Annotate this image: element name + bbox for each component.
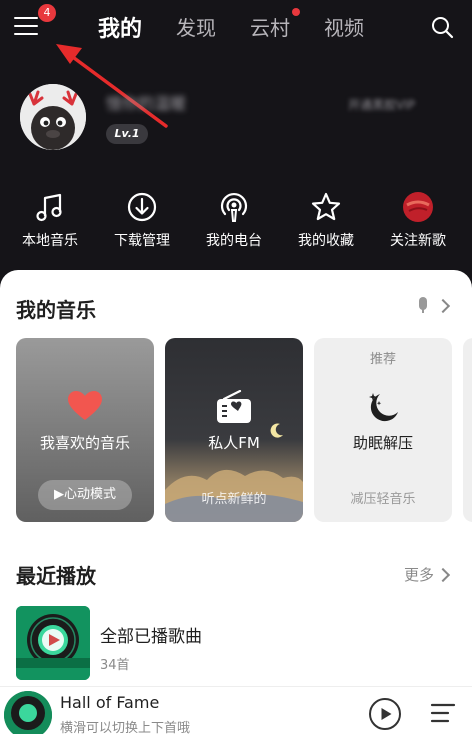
tab-cloud-village[interactable]: 云村 bbox=[250, 12, 290, 41]
quick-label: 我的电台 bbox=[206, 233, 262, 249]
music-note-icon bbox=[36, 193, 62, 222]
liked-music-card[interactable]: 我喜欢的音乐 ▶心动模式 bbox=[16, 338, 154, 522]
recent-more-link[interactable]: 更多 bbox=[404, 564, 434, 585]
new-songs-icon bbox=[403, 192, 433, 222]
level-badge: Lv.1 bbox=[106, 124, 148, 144]
username[interactable]: 憶你的温暖 bbox=[106, 90, 206, 113]
moon-stars-icon bbox=[369, 393, 398, 422]
sleep-relax-subtitle: 减压轻音乐 bbox=[350, 492, 416, 507]
tab-cloud-village-dot bbox=[292, 8, 300, 16]
menu-icon bbox=[14, 17, 38, 19]
chevron-right-icon[interactable] bbox=[435, 567, 451, 583]
quick-label: 关注新歌 bbox=[390, 233, 446, 249]
quick-local-music[interactable]: 本地音乐 bbox=[5, 190, 95, 254]
recent-title: 最近播放 bbox=[16, 564, 96, 588]
quick-new-songs[interactable]: 关注新歌 bbox=[373, 190, 463, 254]
heart-icon bbox=[68, 391, 102, 420]
personal-fm-subtitle: 听点新鲜的 bbox=[201, 492, 267, 507]
star-icon bbox=[311, 192, 341, 221]
quick-label: 下载管理 bbox=[114, 233, 170, 249]
cloud-decoration bbox=[165, 469, 303, 522]
sleep-relax-card[interactable]: 推荐 助眠解压 减压轻音乐 bbox=[314, 338, 452, 522]
play-pause-button[interactable] bbox=[368, 697, 402, 731]
quick-radio[interactable]: 我的电台 bbox=[189, 190, 279, 254]
radio-icon bbox=[217, 390, 251, 423]
download-icon bbox=[127, 192, 157, 222]
album-art-icon bbox=[4, 691, 52, 734]
search-icon[interactable] bbox=[430, 15, 454, 39]
quick-downloads[interactable]: 下载管理 bbox=[97, 190, 187, 254]
content-panel: 我的音乐 我喜欢的音乐 ▶心动模式 私人FM 听点新鲜的 推荐 助眠解压 减压轻… bbox=[0, 270, 472, 734]
recent-item-count: 34首 bbox=[100, 658, 130, 673]
heartbeat-mode-button[interactable]: ▶心动模式 bbox=[38, 480, 132, 510]
tab-mine[interactable]: 我的 bbox=[98, 11, 142, 43]
player-cover bbox=[4, 691, 52, 734]
sleep-relax-title: 助眠解压 bbox=[352, 434, 413, 452]
player-song-title: Hall of Fame bbox=[60, 693, 160, 712]
more-music-card-edge[interactable] bbox=[463, 338, 472, 522]
album-art-icon bbox=[16, 606, 90, 680]
menu-notification-badge: 4 bbox=[38, 4, 56, 22]
player-hint: 横滑可以切换上下首哦 bbox=[60, 721, 191, 734]
liked-music-title: 我喜欢的音乐 bbox=[39, 434, 130, 452]
quick-label: 我的收藏 bbox=[298, 233, 354, 249]
cloud-disk-icon[interactable] bbox=[416, 296, 430, 314]
tab-video[interactable]: 视频 bbox=[324, 12, 364, 41]
avatar[interactable] bbox=[20, 84, 86, 150]
podcast-icon bbox=[220, 192, 248, 222]
top-bar: 4 我的 发现 云村 视频 bbox=[0, 0, 472, 56]
playlist-icon[interactable] bbox=[430, 701, 458, 725]
recent-item-title: 全部已播歌曲 bbox=[100, 627, 202, 647]
quick-label: 本地音乐 bbox=[22, 233, 78, 249]
personal-fm-card[interactable]: 私人FM 听点新鲜的 bbox=[165, 338, 303, 522]
personal-fm-title: 私人FM bbox=[208, 434, 260, 452]
my-music-title: 我的音乐 bbox=[16, 298, 96, 322]
quick-favorites[interactable]: 我的收藏 bbox=[281, 190, 371, 254]
vip-promo-text[interactable]: 开通黑胶VIP bbox=[348, 96, 458, 113]
chevron-right-icon[interactable] bbox=[435, 298, 451, 314]
recent-all-played[interactable]: 全部已播歌曲 34首 bbox=[16, 606, 456, 682]
recommend-tag: 推荐 bbox=[369, 352, 396, 367]
mini-player[interactable]: Hall of Fame 横滑可以切换上下首哦 bbox=[0, 686, 472, 734]
moose-avatar-icon bbox=[20, 84, 86, 150]
tab-discover[interactable]: 发现 bbox=[176, 12, 216, 41]
album-cover bbox=[16, 606, 90, 680]
menu-button[interactable] bbox=[14, 14, 40, 36]
